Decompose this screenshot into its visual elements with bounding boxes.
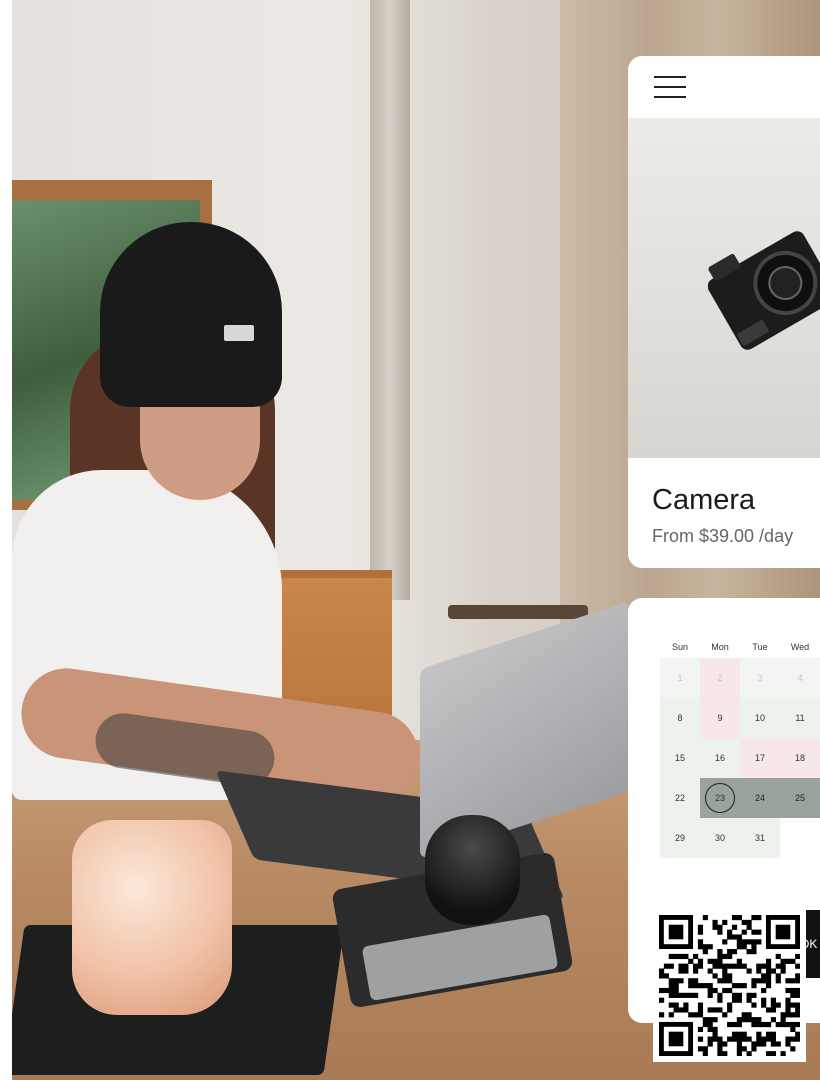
left-margin (0, 0, 12, 1080)
product-price: From $39.00 /day (652, 526, 794, 546)
qr-code-pattern (659, 915, 800, 1056)
calendar-day: 4 (780, 658, 820, 698)
calendar-day: 2 (700, 658, 740, 698)
calendar-day[interactable]: 10 (740, 698, 780, 738)
weekday-label: Mon (711, 642, 729, 652)
calendar-week: 22 23 24 25 (660, 778, 820, 818)
calendar-week: 1 2 3 4 (660, 658, 820, 698)
calendar-week: 29 30 31 (660, 818, 820, 858)
product-title: Camera (652, 484, 756, 516)
calendar-day: 1 (660, 658, 700, 698)
side-table (448, 605, 588, 619)
calendar-day-empty (780, 818, 820, 858)
weekday-label: Sun (671, 642, 688, 652)
calendar-day[interactable]: 11 (780, 698, 820, 738)
calendar-day[interactable]: 15 (660, 738, 700, 778)
calendar-grid: Sun Mon Tue Wed 1 2 3 4 8 9 10 11 15 16 … (660, 636, 820, 858)
calendar-day[interactable]: 8 (660, 698, 700, 738)
calendar-day[interactable]: 18 (780, 738, 820, 778)
calendar-day: 3 (740, 658, 780, 698)
salt-lamp (72, 820, 232, 1015)
beanie-tag (224, 325, 254, 341)
weekday-label: Wed (790, 642, 810, 652)
weekday-label: Tue (752, 642, 768, 652)
weekday-header: Sun Mon Tue Wed (660, 636, 820, 658)
calendar-day[interactable]: 22 (660, 778, 700, 818)
calendar-day[interactable]: 30 (700, 818, 740, 858)
calendar-day[interactable]: 17 (740, 738, 780, 778)
person-beanie (100, 222, 282, 407)
calendar-day[interactable]: 31 (740, 818, 780, 858)
calendar-week: 15 16 17 18 (660, 738, 820, 778)
hamburger-menu-icon[interactable] (654, 76, 686, 98)
top-bar (628, 56, 820, 118)
qr-code (653, 909, 806, 1062)
camera-product-icon (708, 231, 820, 350)
calendar-day-in-range[interactable]: 25 (780, 778, 820, 818)
product-image[interactable] (628, 118, 820, 458)
product-card[interactable]: Camera From $39.00 /day (628, 56, 820, 568)
calendar-day[interactable]: 9 (700, 698, 740, 738)
pillar (370, 0, 410, 600)
desk-camera-lens (425, 815, 520, 925)
calendar-day[interactable]: 29 (660, 818, 700, 858)
calendar-day-in-range[interactable]: 24 (740, 778, 780, 818)
calendar-day-selected[interactable]: 23 (700, 778, 740, 818)
calendar-week: 8 9 10 11 (660, 698, 820, 738)
calendar-day[interactable]: 16 (700, 738, 740, 778)
